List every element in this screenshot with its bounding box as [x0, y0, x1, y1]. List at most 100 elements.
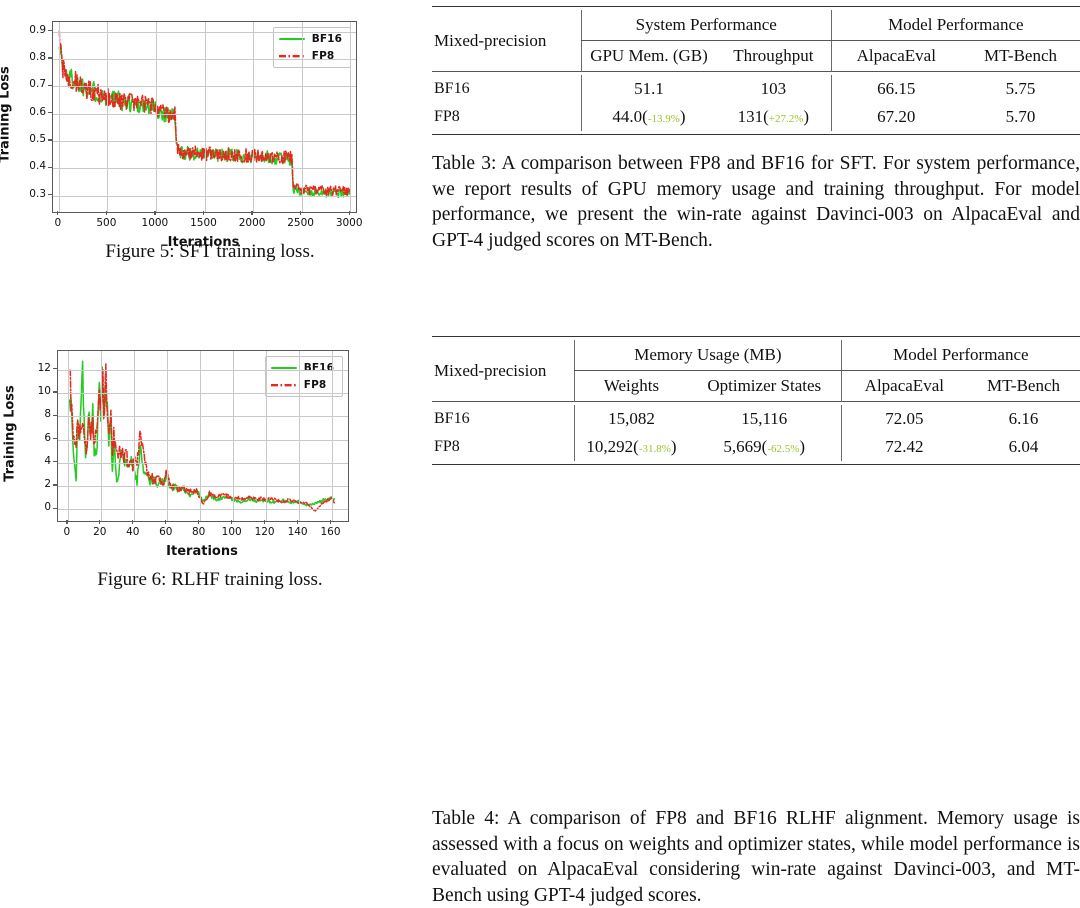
table-4-bottom-rule — [432, 461, 1080, 465]
paren-close: ) — [670, 437, 677, 456]
x-tick-label: 2500 — [287, 217, 314, 229]
x-tick-mark — [99, 520, 101, 524]
table-3-subheader-gpu-mem: GPU Mem. (GB) — [580, 40, 717, 72]
y-tick-label: 4 — [44, 454, 51, 467]
figure-6-x-axis-label: Iterations — [166, 544, 238, 559]
table-4-row-0-alpacaeval: 72.05 — [840, 405, 967, 433]
value: 44.0 — [612, 107, 643, 126]
table-3-row-1-gpu-mem: 44.0(-13.9%) — [580, 103, 717, 131]
paren-close: ) — [679, 107, 686, 126]
table-4-row-1-weights-delta: -31.8% — [638, 443, 671, 455]
y-tick-mark — [48, 57, 52, 59]
x-tick-label: 3000 — [335, 217, 363, 229]
value: 15,116 — [741, 409, 788, 428]
gridline-vertical — [265, 351, 267, 521]
table-3-row-0-gpu-mem: 51.1 — [580, 75, 717, 103]
x-tick-mark — [348, 211, 350, 215]
gridline-vertical — [67, 351, 69, 521]
y-tick-label: 0.8 — [29, 50, 46, 63]
gridline-vertical — [253, 22, 255, 212]
figure-5: Training Loss BF16 FP8 Iterations 0.9 0.… — [0, 4, 420, 262]
paren-close: ) — [803, 107, 810, 126]
figure-5-legend-label-bf16: BF16 — [311, 33, 342, 45]
table-4: Mixed-precision Memory Usage (MB) Model … — [432, 336, 1080, 906]
table-3-grid: Mixed-precision System Performance Model… — [432, 6, 1080, 135]
x-tick-label: 500 — [96, 217, 117, 229]
x-tick-label: 160 — [320, 526, 341, 538]
figure-6-legend-label-bf16: BF16 — [303, 362, 334, 374]
table-4-group-header-model-performance: Model Performance — [840, 340, 1080, 371]
y-tick-label: 10 — [37, 384, 51, 397]
table-3-group-header-model-performance: Model Performance — [830, 10, 1080, 41]
y-tick-label: 0.4 — [29, 160, 46, 173]
y-tick-mark — [53, 367, 57, 370]
y-tick-mark — [53, 484, 57, 486]
table-3-subheader-throughput: Throughput — [733, 46, 814, 65]
tables-column: Mixed-precision System Performance Model… — [432, 0, 1080, 906]
table-4-caption: Table 4: A comparison of FP8 and BF16 RL… — [432, 808, 1080, 906]
x-tick-mark — [251, 211, 253, 215]
gridline-vertical — [350, 22, 352, 212]
y-tick-mark — [48, 29, 52, 32]
y-tick-label: 6 — [44, 431, 51, 444]
table-3-header-mixed-precision: Mixed-precision — [434, 30, 547, 50]
y-tick-mark — [48, 139, 52, 141]
x-tick-mark — [105, 211, 108, 215]
table-row: BF16 51.1 103 66.15 5.75 — [432, 75, 1080, 103]
x-tick-mark — [165, 520, 167, 524]
figures-column: Training Loss BF16 FP8 Iterations 0.9 0.… — [0, 0, 420, 623]
gridline-vertical — [204, 22, 206, 212]
figure-5-plot: Training Loss BF16 FP8 Iterations 0.9 0.… — [0, 4, 420, 250]
table-3-row-0-mt-bench: 5.75 — [1005, 79, 1036, 98]
gridline-vertical — [166, 351, 168, 521]
y-tick-mark — [48, 193, 52, 196]
table-4-row-1-mt-bench: 6.04 — [1008, 437, 1039, 456]
value: 15,082 — [608, 409, 655, 428]
x-tick-mark — [66, 520, 68, 524]
x-tick-mark — [57, 211, 59, 215]
table-4-group-header-row: Mixed-precision Memory Usage (MB) Model … — [432, 340, 1080, 380]
figure-6-legend-item-fp8: FP8 — [270, 378, 334, 392]
fp8-dashdot-line-swatch-icon — [270, 380, 297, 391]
x-tick-mark — [154, 211, 156, 215]
table-3: Mixed-precision System Performance Model… — [432, 6, 1080, 251]
table-3-group-header-system-performance: System Performance — [580, 10, 832, 41]
figure-6-plot-area: BF16 FP8 — [57, 350, 349, 522]
table-4-subheader-mt-bench: MT-Bench — [986, 376, 1061, 395]
bf16-line-swatch-icon — [270, 363, 297, 374]
table-4-subheader-weights: Weights — [574, 370, 688, 402]
y-tick-label: 0.5 — [29, 132, 46, 145]
table-row: FP8 10,292(-31.8%) 5,669(-62.5%) 72.42 6… — [432, 433, 1080, 461]
x-tick-mark — [299, 211, 302, 215]
gridline-vertical — [107, 22, 109, 212]
table-4-header-mixed-precision: Mixed-precision — [434, 360, 547, 380]
y-tick-label: 0.3 — [29, 187, 46, 200]
table-3-subheader-alpacaeval: AlpacaEval — [830, 40, 961, 72]
x-tick-mark — [231, 520, 233, 524]
figure-5-legend-label-fp8: FP8 — [311, 50, 335, 62]
figure-5-legend-item-bf16: BF16 — [278, 32, 342, 46]
y-tick-label: 0.9 — [29, 23, 46, 36]
table-4-row-1-name: FP8 — [434, 438, 460, 455]
y-tick-mark — [48, 84, 52, 86]
paren-close: ) — [799, 437, 806, 456]
y-tick-mark — [53, 461, 57, 463]
x-tick-mark — [132, 520, 134, 524]
value: 51.1 — [634, 79, 664, 98]
table-4-row-1-optimizer-states: 5,669(-62.5%) — [688, 433, 841, 461]
x-tick-label: 0 — [54, 217, 62, 229]
y-tick-label: 0.6 — [29, 105, 46, 118]
table-4-grid: Mixed-precision Memory Usage (MB) Model … — [432, 336, 1080, 465]
figure-6-legend-label-fp8: FP8 — [303, 379, 327, 391]
table-3-bottom-rule — [432, 131, 1080, 135]
table-row: FP8 44.0(-13.9%) 131(+27.2%) 67.20 5.70 — [432, 103, 1080, 131]
value: 10,292 — [586, 437, 634, 456]
x-tick-mark — [202, 211, 205, 215]
gridline-vertical — [155, 22, 157, 212]
table-3-row-1-throughput: 131(+27.2%) — [716, 103, 831, 131]
table-3-row-1-throughput-delta: +27.2% — [768, 113, 804, 125]
gridline-vertical — [100, 351, 102, 521]
y-tick-label: 0.7 — [29, 78, 46, 91]
x-tick-label: 1500 — [190, 217, 217, 229]
y-tick-mark — [48, 111, 52, 114]
